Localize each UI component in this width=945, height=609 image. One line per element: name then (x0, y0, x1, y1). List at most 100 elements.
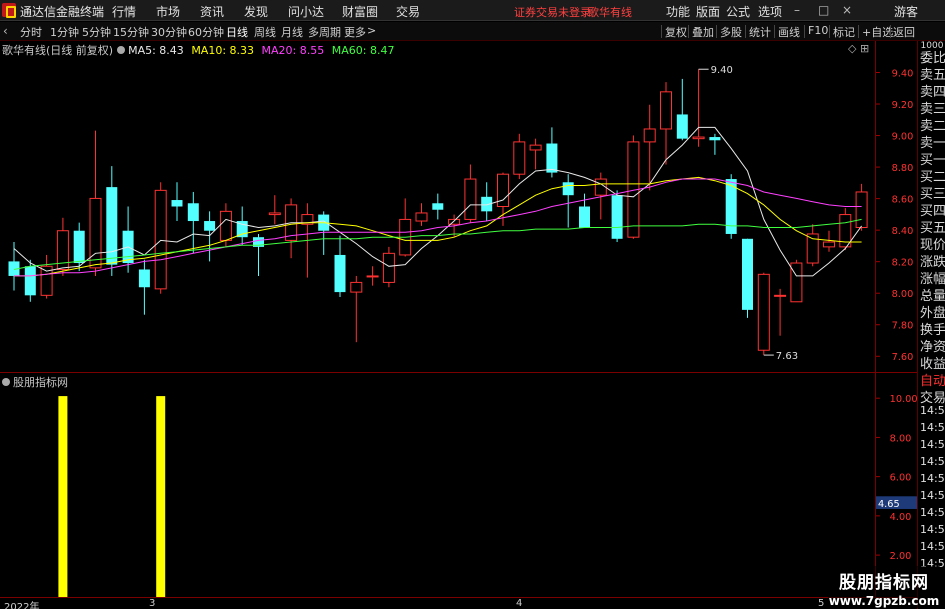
trade-time: 14:56 (920, 523, 945, 536)
add-watchlist-button[interactable]: +自选 (862, 24, 893, 40)
f10-button[interactable]: F10 (808, 24, 828, 37)
candle[interactable] (562, 174, 574, 228)
candle[interactable] (187, 191, 199, 254)
signal-bar (156, 396, 166, 597)
candle-body (204, 221, 216, 231)
candlestick-chart[interactable]: 9.40 7.63 (0, 41, 875, 372)
candle-body (448, 218, 461, 225)
multi-stock-button[interactable]: 多股 (720, 24, 742, 40)
mark-button[interactable]: 标记 (833, 24, 855, 40)
tab-1min[interactable]: 1分钟 (50, 24, 79, 40)
candle[interactable] (692, 69, 705, 147)
user-label[interactable]: 游客 (894, 3, 918, 20)
overlay-button[interactable]: 叠加 (692, 24, 714, 40)
tab-30min[interactable]: 30分钟 (151, 24, 187, 40)
toolbar-divider (829, 25, 830, 38)
watermark-url: www.7gpzb.com (828, 594, 940, 608)
candle[interactable] (382, 246, 395, 288)
menu-options[interactable]: 选项 (758, 3, 782, 20)
candle[interactable] (806, 224, 819, 267)
candle[interactable] (171, 182, 183, 222)
candle-body (432, 203, 444, 210)
candle[interactable] (742, 238, 753, 318)
statistics-button[interactable]: 统计 (749, 24, 771, 40)
menu-trade[interactable]: 交易 (396, 3, 420, 20)
back-arrow-icon[interactable]: ‹ (3, 24, 8, 38)
settings-circle-icon[interactable] (117, 46, 126, 54)
tab-multi-period[interactable]: 多周期 (308, 24, 341, 40)
menu-news[interactable]: 资讯 (200, 3, 224, 20)
adjust-button[interactable]: 复权 (665, 24, 687, 40)
candle[interactable] (774, 288, 787, 336)
candle[interactable] (138, 259, 150, 315)
candle[interactable] (790, 259, 803, 303)
trade-time: 14:56 (920, 421, 945, 434)
candle[interactable] (89, 130, 102, 276)
menu-discover[interactable]: 发现 (244, 3, 268, 20)
tab-daily[interactable]: 日线 (226, 24, 248, 40)
candle[interactable] (236, 206, 248, 246)
candle[interactable] (529, 138, 542, 170)
candle[interactable] (122, 206, 134, 273)
candle[interactable] (660, 82, 672, 165)
candle[interactable] (481, 182, 493, 222)
menu-quotes[interactable]: 行情 (112, 3, 136, 20)
indicator-chart[interactable] (0, 372, 875, 597)
menu-wealth[interactable]: 财富圈 (342, 3, 378, 20)
more-arrow-icon[interactable]: > (367, 24, 376, 37)
tab-weekly[interactable]: 周线 (254, 24, 276, 40)
tab-intraday[interactable]: 分时 (20, 24, 42, 40)
close-icon[interactable]: × (842, 3, 852, 17)
price-tick-label: 8.80 (892, 163, 914, 174)
tab-15min[interactable]: 15分钟 (113, 24, 149, 40)
menu-formula[interactable]: 公式 (726, 3, 750, 20)
minimize-icon[interactable]: – (794, 3, 800, 17)
tab-5min[interactable]: 5分钟 (82, 24, 111, 40)
toolbar-divider (858, 25, 859, 38)
candle[interactable] (154, 182, 167, 294)
candle[interactable] (676, 78, 688, 141)
current-stock-name: 歌华有线 (588, 6, 632, 19)
candle-body (562, 182, 574, 196)
candle[interactable] (855, 183, 868, 231)
tab-monthly[interactable]: 月线 (281, 24, 303, 40)
menu-market[interactable]: 市场 (156, 3, 180, 20)
candle[interactable] (415, 203, 428, 226)
candle[interactable] (268, 195, 281, 225)
candle[interactable] (464, 164, 477, 223)
return-button[interactable]: 返回 (893, 24, 915, 40)
candle[interactable] (709, 133, 721, 155)
menu-function[interactable]: 功能 (666, 3, 690, 20)
candle[interactable] (579, 193, 590, 228)
toolbar-divider (716, 25, 717, 38)
tab-more[interactable]: 更多 (344, 24, 366, 40)
candle[interactable] (106, 166, 118, 276)
candle[interactable] (432, 193, 444, 220)
tab-60min[interactable]: 60分钟 (188, 24, 224, 40)
login-warning[interactable]: 证券交易未登录 (514, 4, 591, 20)
candle[interactable] (8, 242, 20, 291)
menu-layout[interactable]: 版面 (696, 3, 720, 20)
candle[interactable] (350, 275, 363, 343)
restore-icon[interactable]: □ (818, 3, 829, 17)
indicator-settings-icon[interactable] (2, 378, 10, 386)
candle[interactable] (40, 254, 53, 299)
candle-body (742, 238, 753, 310)
signal-bar (58, 396, 68, 597)
candle[interactable] (757, 272, 770, 356)
candle-body (643, 128, 656, 143)
legend-ma10: MA10: 8.33 (191, 44, 255, 57)
candle[interactable] (366, 266, 379, 286)
candle[interactable] (627, 135, 640, 239)
candle[interactable] (334, 235, 346, 297)
candle[interactable] (285, 198, 298, 259)
candle[interactable] (513, 133, 526, 180)
candle[interactable] (399, 198, 412, 257)
menu-ask[interactable]: 问小达 (288, 3, 324, 20)
legend-ma5: MA5: 8.43 (128, 44, 184, 57)
time-axis: 2022年 3 4 5 (0, 597, 917, 609)
candle[interactable] (611, 190, 623, 243)
candle[interactable] (204, 211, 216, 262)
draw-line-button[interactable]: 画线 (778, 24, 800, 40)
chart-controls-icon[interactable]: ◇ ⊞ (848, 42, 869, 55)
